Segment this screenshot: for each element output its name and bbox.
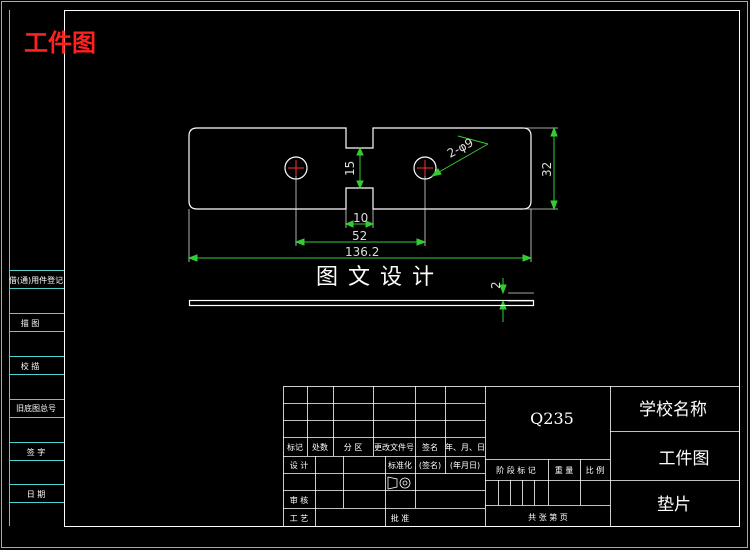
approve-label: 批 准 xyxy=(391,513,410,523)
process-label: 工 艺 xyxy=(290,514,309,523)
design-label: 设 计 xyxy=(290,460,309,470)
drawing-title: 工件图 xyxy=(24,29,96,57)
projection-symbol xyxy=(387,476,411,490)
review-label: 审 核 xyxy=(290,495,309,505)
left-label-4: 旧底图总号 xyxy=(16,403,56,413)
standard-label: 标准化 xyxy=(388,460,412,470)
sign-label: (签名) xyxy=(419,460,441,470)
dim-slot-width: 10 xyxy=(353,211,368,225)
rev-header-date: 年、月、日 xyxy=(445,442,485,452)
dim-height: 32 xyxy=(540,162,554,177)
rev-header-mark: 标记 xyxy=(287,442,303,452)
drawing-sheet: 工件图 借(通)用件登记 描 图 校 描 旧底图总号 签 字 日 期 2-φ9 … xyxy=(1,1,748,548)
left-label-3: 校 描 xyxy=(21,361,40,371)
date-label: (年月日) xyxy=(450,460,480,470)
left-label-6: 日 期 xyxy=(27,490,46,499)
rev-header-count: 处数 xyxy=(312,442,328,452)
left-label-5: 签 字 xyxy=(27,447,46,457)
rev-header-zone: 分 区 xyxy=(344,443,363,452)
weight-header: 重 量 xyxy=(555,465,574,475)
material: Q235 xyxy=(530,409,574,428)
left-label-1: 借(通)用件登记 xyxy=(9,275,63,285)
scale-header: 比 例 xyxy=(586,465,605,475)
dim-hole-spec: 2-φ9 xyxy=(445,135,476,160)
school-name: 学校名称 xyxy=(639,400,707,420)
dim-thickness: 2 xyxy=(489,281,503,289)
rev-header-sign: 签名 xyxy=(422,442,438,452)
part-name: 垫片 xyxy=(657,495,691,515)
drawing-type: 工件图 xyxy=(659,449,710,469)
dim-overall-length: 136.2 xyxy=(345,245,379,259)
left-label-2: 描 图 xyxy=(21,318,40,328)
sheets-text: 共 张 第 页 xyxy=(528,512,568,522)
part-side-view xyxy=(188,299,535,307)
dim-hole-spacing: 52 xyxy=(352,229,367,243)
dim-slot-height: 15 xyxy=(343,161,357,176)
drawing-caption: 图文设计 xyxy=(316,265,444,290)
rev-header-doc: 更改文件号 xyxy=(374,442,414,452)
stage-mark-header: 阶 段 标 记 xyxy=(496,465,536,475)
